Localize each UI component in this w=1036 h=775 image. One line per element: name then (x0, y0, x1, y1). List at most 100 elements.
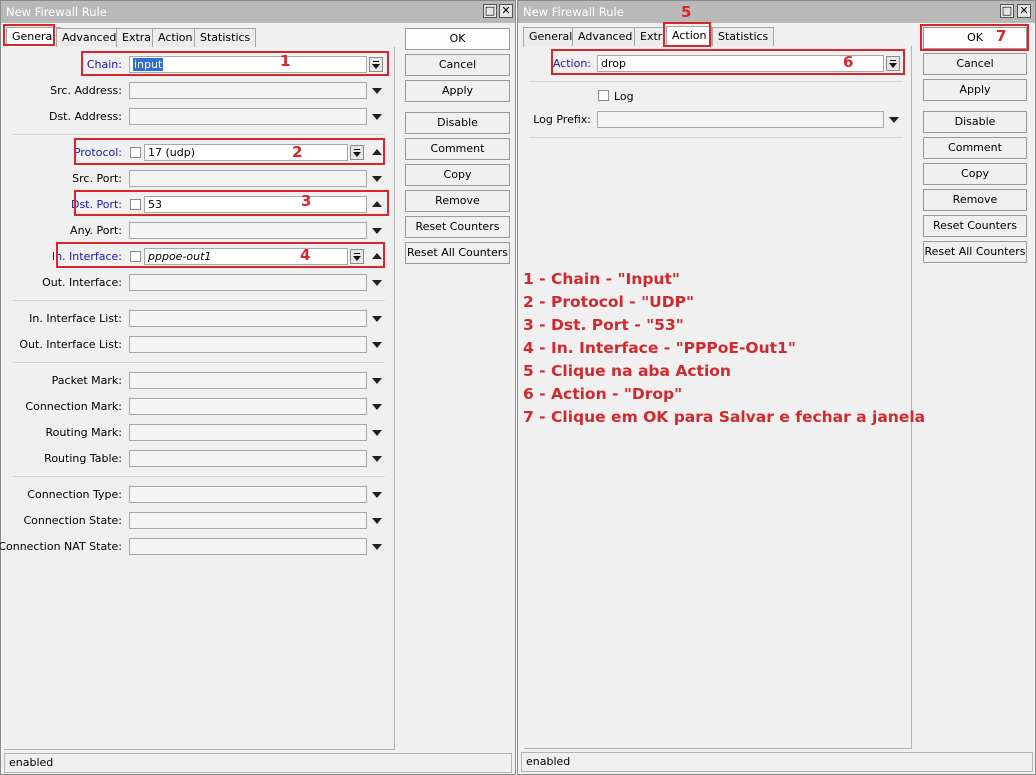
copy-button[interactable]: Copy (923, 163, 1027, 185)
highlight-general-tab (3, 24, 55, 46)
highlight-chain (81, 51, 389, 76)
separator (13, 476, 385, 477)
copy-button[interactable]: Copy (405, 164, 510, 186)
ok-button[interactable]: OK (405, 28, 510, 50)
log-prefix-input[interactable] (597, 111, 884, 128)
src-port-label: Src. Port: (72, 172, 122, 185)
instruction-6: 6 - Action - "Drop" (523, 385, 683, 403)
marker-5: 5 (681, 3, 692, 21)
src-port-input[interactable] (129, 170, 367, 187)
marker-7: 7 (996, 27, 1007, 45)
log-label: Log (614, 90, 634, 103)
apply-button[interactable]: Apply (405, 80, 510, 102)
log-checkbox[interactable] (598, 90, 609, 101)
highlight-dst-port (74, 190, 389, 216)
remove-button[interactable]: Remove (405, 190, 510, 212)
connection-nat-state-expand-icon[interactable] (372, 544, 382, 550)
separator (13, 134, 385, 135)
remove-button[interactable]: Remove (923, 189, 1027, 211)
left-window-title: New Firewall Rule (6, 5, 107, 19)
packet-mark-expand-icon[interactable] (372, 378, 382, 384)
in-interface-list-expand-icon[interactable] (372, 316, 382, 322)
tab-action[interactable]: Action (152, 28, 199, 48)
instructions-list: 1 - Chain - "Input" 2 - Protocol - "UDP"… (523, 268, 925, 429)
cancel-button[interactable]: Cancel (923, 53, 1027, 75)
tab-advanced[interactable]: Advanced (572, 27, 639, 47)
log-prefix-dropdown-icon[interactable] (889, 117, 899, 123)
comment-button[interactable]: Comment (405, 138, 510, 160)
instruction-3: 3 - Dst. Port - "53" (523, 316, 684, 334)
disable-button[interactable]: Disable (923, 111, 1027, 133)
src-address-expand-icon[interactable] (372, 88, 382, 94)
connection-type-label: Connection Type: (27, 488, 122, 501)
src-address-label: Src. Address: (50, 84, 122, 97)
tab-general[interactable]: General (523, 27, 579, 47)
reset-all-counters-button[interactable]: Reset All Counters (923, 241, 1027, 263)
src-port-expand-icon[interactable] (372, 176, 382, 182)
status-bar: enabled (4, 753, 512, 773)
connection-state-expand-icon[interactable] (372, 518, 382, 524)
log-prefix-label: Log Prefix: (533, 113, 591, 126)
cancel-button[interactable]: Cancel (405, 54, 510, 76)
reset-counters-button[interactable]: Reset Counters (405, 216, 510, 238)
src-address-input[interactable] (129, 82, 367, 99)
connection-nat-state-input[interactable] (129, 538, 367, 555)
marker-3: 3 (301, 192, 312, 210)
dst-address-input[interactable] (129, 108, 367, 125)
routing-table-expand-icon[interactable] (372, 456, 382, 462)
routing-table-input[interactable] (129, 450, 367, 467)
close-icon[interactable]: ✕ (1017, 4, 1031, 18)
separator (530, 137, 902, 138)
out-interface-expand-icon[interactable] (372, 280, 382, 286)
out-interface-list-input[interactable] (129, 336, 367, 353)
left-firewall-rule-window: New Firewall Rule □ ✕ General Advanced E… (0, 0, 516, 775)
comment-button[interactable]: Comment (923, 137, 1027, 159)
maximize-icon[interactable]: □ (1000, 4, 1014, 18)
connection-mark-input[interactable] (129, 398, 367, 415)
connection-mark-expand-icon[interactable] (372, 404, 382, 410)
connection-type-expand-icon[interactable] (372, 492, 382, 498)
right-title-bar: New Firewall Rule □ ✕ (518, 1, 1035, 23)
maximize-icon[interactable]: □ (483, 4, 497, 18)
packet-mark-input[interactable] (129, 372, 367, 389)
tab-statistics[interactable]: Statistics (194, 28, 257, 48)
right-window-title: New Firewall Rule (523, 5, 624, 19)
disable-button[interactable]: Disable (405, 112, 510, 134)
connection-state-input[interactable] (129, 512, 367, 529)
any-port-label: Any. Port: (70, 224, 122, 237)
highlight-action-tab (663, 22, 711, 47)
tab-advanced[interactable]: Advanced (56, 28, 123, 48)
instruction-4: 4 - In. Interface - "PPPoE-Out1" (523, 339, 796, 357)
close-icon[interactable]: ✕ (499, 4, 513, 18)
tab-extra[interactable]: Extra (634, 27, 664, 47)
any-port-expand-icon[interactable] (372, 228, 382, 234)
connection-type-input[interactable] (129, 486, 367, 503)
packet-mark-label: Packet Mark: (51, 374, 122, 387)
instruction-2: 2 - Protocol - "UDP" (523, 293, 695, 311)
instruction-5: 5 - Clique na aba Action (523, 362, 731, 380)
separator (13, 362, 385, 363)
highlight-protocol (74, 138, 385, 165)
dst-address-expand-icon[interactable] (372, 114, 382, 120)
marker-4: 4 (300, 246, 311, 264)
out-interface-list-expand-icon[interactable] (372, 342, 382, 348)
routing-mark-expand-icon[interactable] (372, 430, 382, 436)
tab-extra[interactable]: Extra (116, 28, 158, 48)
in-interface-list-input[interactable] (129, 310, 367, 327)
marker-6: 6 (843, 53, 854, 71)
routing-mark-label: Routing Mark: (45, 426, 122, 439)
tab-statistics[interactable]: Statistics (712, 27, 775, 47)
highlight-ok-button (920, 24, 1029, 51)
apply-button[interactable]: Apply (923, 79, 1027, 101)
separator (530, 81, 902, 82)
connection-mark-label: Connection Mark: (25, 400, 122, 413)
status-bar: enabled (521, 752, 1033, 772)
reset-counters-button[interactable]: Reset Counters (923, 215, 1027, 237)
reset-all-counters-button[interactable]: Reset All Counters (405, 242, 510, 264)
in-interface-list-label: In. Interface List: (29, 312, 122, 325)
out-interface-label: Out. Interface: (42, 276, 122, 289)
out-interface-input[interactable] (129, 274, 367, 291)
any-port-input[interactable] (129, 222, 367, 239)
routing-mark-input[interactable] (129, 424, 367, 441)
connection-state-label: Connection State: (23, 514, 122, 527)
